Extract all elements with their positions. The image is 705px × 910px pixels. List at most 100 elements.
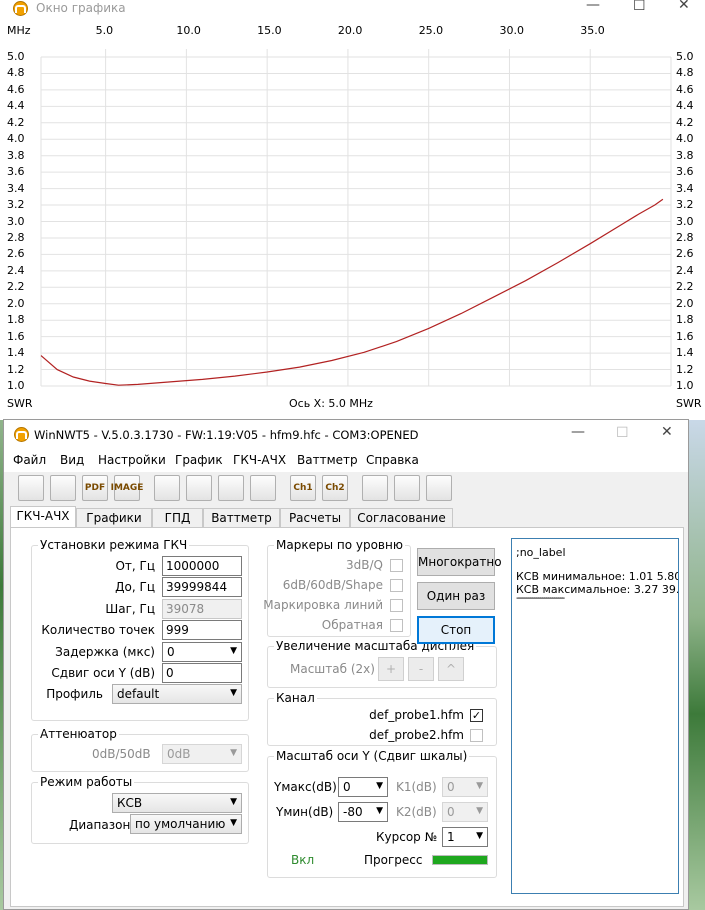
close-icon[interactable]: ✕ (661, 424, 673, 440)
zoom-in-button[interactable]: + (378, 657, 404, 681)
maximize-icon[interactable]: ☐ (616, 425, 629, 441)
yscale-legend: Масштаб оси Y (Сдвиг шкалы) (274, 749, 470, 763)
attenuator-select: 0dB ▼ (162, 744, 242, 764)
ymax-value: 0 (343, 780, 351, 794)
step-icon[interactable] (362, 475, 388, 501)
main-window-title: WinNWT5 - V.5.0.3.1730 - FW:1.19:V05 - h… (34, 428, 419, 442)
profile-select[interactable]: default ▼ (112, 684, 242, 704)
chevron-down-icon: ▼ (376, 806, 383, 816)
marker-lines-checkbox[interactable] (390, 599, 403, 612)
single-sweep-button[interactable]: Один раз (417, 582, 495, 610)
zoom-out-button[interactable]: - (408, 657, 434, 681)
range-select[interactable]: по умолчанию ▼ (130, 814, 242, 834)
chevron-down-icon: ▼ (230, 688, 237, 698)
image-icon[interactable]: IMAGE (111, 475, 143, 501)
output-textbox[interactable]: ;no_label КСВ минимальное: 1.01 5.806594… (511, 538, 679, 894)
swr-plot[interactable] (0, 0, 705, 420)
calibration-icon[interactable] (250, 475, 276, 501)
menu-help[interactable]: Справка (366, 453, 419, 467)
menu-graph[interactable]: График (175, 453, 223, 467)
marker-6db-label: 6dB/60dB/Shape (282, 578, 383, 592)
yscale-group: Масштаб оси Y (Сдвиг шкалы) Yмакс(dB) 0 … (267, 749, 497, 878)
probe2-label: def_probe2.hfm (369, 728, 464, 742)
tab-graphs[interactable]: Графики (76, 508, 152, 528)
attenuator-legend: Аттенюатор (38, 727, 119, 741)
mode-value: КСВ (117, 796, 143, 810)
channel2-icon[interactable]: Ch2 (322, 475, 348, 501)
channel-legend: Канал (274, 691, 317, 705)
db-graph-icon[interactable] (218, 475, 244, 501)
menu-wattmeter[interactable]: Ваттметр (297, 453, 358, 467)
probe1-checkbox[interactable]: ✓ (470, 709, 483, 722)
progress-bar (432, 855, 488, 865)
cursor-select[interactable]: 1 ▼ (442, 827, 488, 847)
cursor-label: Курсор № (376, 830, 438, 844)
power-icon[interactable] (18, 475, 44, 501)
multi-sweep-button[interactable]: Многократно (417, 548, 502, 576)
points-input[interactable]: 999 (162, 620, 242, 640)
main-titlebar: WinNWT5 - V.5.0.3.1730 - FW:1.19:V05 - h… (4, 420, 688, 450)
to-label: До, Гц (115, 580, 155, 594)
menu-file[interactable]: Файл (13, 453, 46, 467)
sweep-settings-legend: Установки режима ГКЧ (38, 538, 190, 552)
k2-label: K2(dB) (396, 805, 437, 819)
menu-settings[interactable]: Настройки (98, 453, 166, 467)
settings-tools-icon[interactable] (154, 475, 180, 501)
ymin-select[interactable]: -80 ▼ (338, 802, 388, 822)
save-icon[interactable] (394, 475, 420, 501)
channel-group: Канал def_probe1.hfm ✓ def_probe2.hfm (267, 691, 497, 746)
attenuator-label: 0dB/50dB (92, 747, 151, 761)
probe2-checkbox[interactable] (470, 729, 483, 742)
yshift-label: Сдвиг оси Y (dB) (51, 666, 155, 680)
minimize-icon[interactable]: — (571, 424, 585, 440)
ymax-label: Yмакс(dB) (274, 780, 337, 794)
pdf-icon[interactable]: PDF (82, 475, 108, 501)
k1-select: 0 ▼ (442, 777, 488, 797)
zoom-reset-button[interactable]: ^ (438, 657, 464, 681)
on-indicator-label: Вкл (291, 853, 315, 867)
output-line: ------------------------ (516, 591, 565, 604)
progress-bar-fill (433, 856, 487, 864)
y-axis-label-left: SWR (7, 397, 33, 410)
marker-3db-checkbox[interactable] (390, 559, 403, 572)
range-label: Диапазон (69, 818, 131, 832)
output-line: КСВ минимальное: 1.01 5.806594 (516, 570, 679, 583)
profile-label: Профиль (46, 687, 103, 701)
to-input[interactable]: 39999844 (162, 577, 242, 597)
range-value: по умолчанию (135, 817, 226, 831)
tab-vfo[interactable]: ГПД (152, 508, 203, 528)
mode-legend: Режим работы (38, 775, 135, 789)
tab-calculations[interactable]: Расчеты (280, 508, 350, 528)
ymin-value: -80 (343, 805, 363, 819)
marker-6db-checkbox[interactable] (390, 579, 403, 592)
markers-legend: Маркеры по уровню (274, 538, 405, 552)
ymin-label: Yмин(dB) (276, 805, 334, 819)
exchange-icon[interactable] (426, 475, 452, 501)
printer-icon[interactable] (50, 475, 76, 501)
channel1-icon[interactable]: Ch1 (290, 475, 316, 501)
chevron-down-icon: ▼ (376, 781, 383, 791)
tab-matching[interactable]: Согласование (350, 508, 453, 528)
menu-sweep[interactable]: ГКЧ-АЧХ (233, 453, 286, 467)
sweep-settings-group: Установки режима ГКЧ От, Гц 1000000 До, … (31, 538, 249, 721)
from-input[interactable]: 1000000 (162, 556, 242, 576)
step-label: Шаг, Гц (105, 602, 155, 616)
delay-select[interactable]: 0 ▼ (162, 642, 242, 662)
ymax-select[interactable]: 0 ▼ (338, 777, 388, 797)
chevron-down-icon: ▼ (230, 748, 237, 758)
k2-select: 0 ▼ (442, 802, 488, 822)
attenuator-group: Аттенюатор 0dB/50dB 0dB ▼ (31, 727, 249, 772)
mode-select[interactable]: КСВ ▼ (112, 793, 242, 813)
swr-trace-line (40, 198, 664, 386)
yshift-input[interactable]: 0 (162, 663, 242, 683)
chevron-down-icon: ▼ (230, 818, 237, 828)
stop-button[interactable]: Стоп (417, 616, 495, 644)
grid-icon[interactable] (186, 475, 212, 501)
app-logo-icon (14, 427, 29, 442)
tab-wattmeter[interactable]: Ваттметр (203, 508, 280, 528)
tab-sweep[interactable]: ГКЧ-АЧХ (10, 506, 76, 529)
menu-view[interactable]: Вид (60, 453, 84, 467)
y-axis-label-right: SWR (676, 397, 702, 410)
marker-3db-label: 3dB/Q (346, 558, 383, 572)
marker-inverse-checkbox[interactable] (390, 619, 403, 632)
